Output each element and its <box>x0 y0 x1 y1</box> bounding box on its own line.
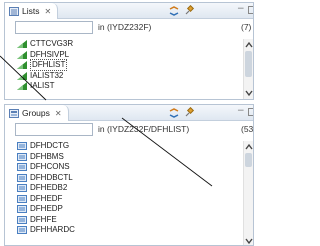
list-item[interactable]: DFHEDB2 <box>15 183 243 194</box>
link-with-editor-icon[interactable] <box>168 5 180 17</box>
group-object-icon <box>17 152 27 161</box>
list-item-label: DFHSIVPL <box>30 49 70 59</box>
list-item-label: DFHEDB2 <box>30 183 68 193</box>
groups-tree: DFHDCTG DFHBMS DFHCONS DFHDBCTL DFHEDB2 … <box>15 141 243 245</box>
list-item[interactable]: IALIST32 <box>15 71 243 82</box>
tab-groups-label: Groups <box>22 108 50 118</box>
lists-filter-row: in (IYDZ232F) (7) <box>5 19 253 35</box>
scroll-up-icon[interactable] <box>245 41 253 49</box>
groups-view: Groups ✕ − in (IYDZ232F/DFHLIST) (53) DF… <box>4 104 254 246</box>
group-object-icon <box>17 184 27 193</box>
list-item-label: DFHLIST <box>30 59 68 72</box>
tab-lists-label: Lists <box>22 6 40 16</box>
list-item[interactable]: CTTCVG3R <box>15 39 243 50</box>
pin-icon[interactable] <box>183 5 195 17</box>
lists-view-titlebar: Lists ✕ − <box>5 3 253 19</box>
group-object-icon <box>17 142 27 151</box>
scroll-thumb[interactable] <box>245 153 252 167</box>
list-item[interactable]: DFHBMS <box>15 152 243 163</box>
list-item[interactable]: IALIST <box>15 81 243 92</box>
list-item[interactable]: DFHDBCTL <box>15 173 243 184</box>
group-object-icon <box>17 215 27 224</box>
list-item-label: DFHDBCTL <box>30 172 73 182</box>
lists-filter-input[interactable] <box>15 21 93 34</box>
list-item-label: DFHHARDC <box>30 225 75 235</box>
lists-count: (7) <box>241 22 252 32</box>
list-item[interactable]: DFHDCTG <box>15 141 243 152</box>
list-item-label: IALIST32 <box>30 70 64 80</box>
pin-icon[interactable] <box>183 107 195 119</box>
group-object-icon <box>17 205 27 214</box>
link-with-editor-icon[interactable] <box>168 107 180 119</box>
lists-filter-scope: in (IYDZ232F) <box>98 22 152 32</box>
list-object-icon <box>17 61 27 70</box>
list-item-selected[interactable]: DFHLIST <box>15 59 243 72</box>
list-item[interactable]: DFHCONS <box>15 162 243 173</box>
group-object-icon <box>17 226 27 235</box>
scroll-up-icon[interactable] <box>245 143 253 151</box>
list-item-label: DFHEDF <box>30 193 63 203</box>
group-object-icon <box>17 173 27 182</box>
tab-groups[interactable]: Groups ✕ <box>5 105 69 121</box>
scroll-thumb[interactable] <box>245 51 252 77</box>
list-item[interactable]: DFHFE <box>15 215 243 226</box>
group-object-icon <box>17 163 27 172</box>
lists-view: Lists ✕ − in (IYDZ232F) (7) CTTCVG3R DFH… <box>4 2 254 100</box>
scroll-down-icon[interactable] <box>245 89 253 97</box>
list-item-label: DFHCONS <box>30 162 70 172</box>
list-object-icon <box>17 71 27 80</box>
groups-filter-row: in (IYDZ232F/DFHLIST) (53) <box>5 121 253 137</box>
list-item[interactable]: DFHHARDC <box>15 225 243 236</box>
list-item[interactable]: DFHEDF <box>15 194 243 205</box>
groups-count: (53) <box>241 124 254 134</box>
list-item-label: DFHBMS <box>30 151 64 161</box>
groups-filter-input[interactable] <box>15 123 93 136</box>
maximize-icon[interactable] <box>248 108 253 116</box>
group-object-icon <box>17 194 27 203</box>
groups-scrollbar[interactable] <box>243 141 253 245</box>
close-icon[interactable]: ✕ <box>55 109 62 118</box>
groups-icon <box>9 108 19 118</box>
tab-lists[interactable]: Lists ✕ <box>5 3 59 19</box>
close-icon[interactable]: ✕ <box>44 7 51 16</box>
lists-scrollbar[interactable] <box>243 39 253 99</box>
list-item-label: IALIST <box>30 81 55 91</box>
list-object-icon <box>17 40 27 49</box>
list-item-label: DFHEDP <box>30 204 63 214</box>
lists-tree: CTTCVG3R DFHSIVPL DFHLIST IALIST32 IALIS… <box>15 39 243 99</box>
list-object-icon <box>17 50 27 59</box>
groups-filter-scope: in (IYDZ232F/DFHLIST) <box>98 124 190 134</box>
maximize-icon[interactable] <box>248 6 253 14</box>
list-item-label: DFHDCTG <box>30 141 70 151</box>
list-item-label: DFHFE <box>30 214 57 224</box>
scroll-down-icon[interactable] <box>245 237 253 245</box>
lists-icon <box>9 6 19 16</box>
groups-view-titlebar: Groups ✕ − <box>5 105 253 121</box>
list-object-icon <box>17 82 27 91</box>
list-item-label: CTTCVG3R <box>30 39 74 49</box>
list-item[interactable]: DFHEDP <box>15 204 243 215</box>
